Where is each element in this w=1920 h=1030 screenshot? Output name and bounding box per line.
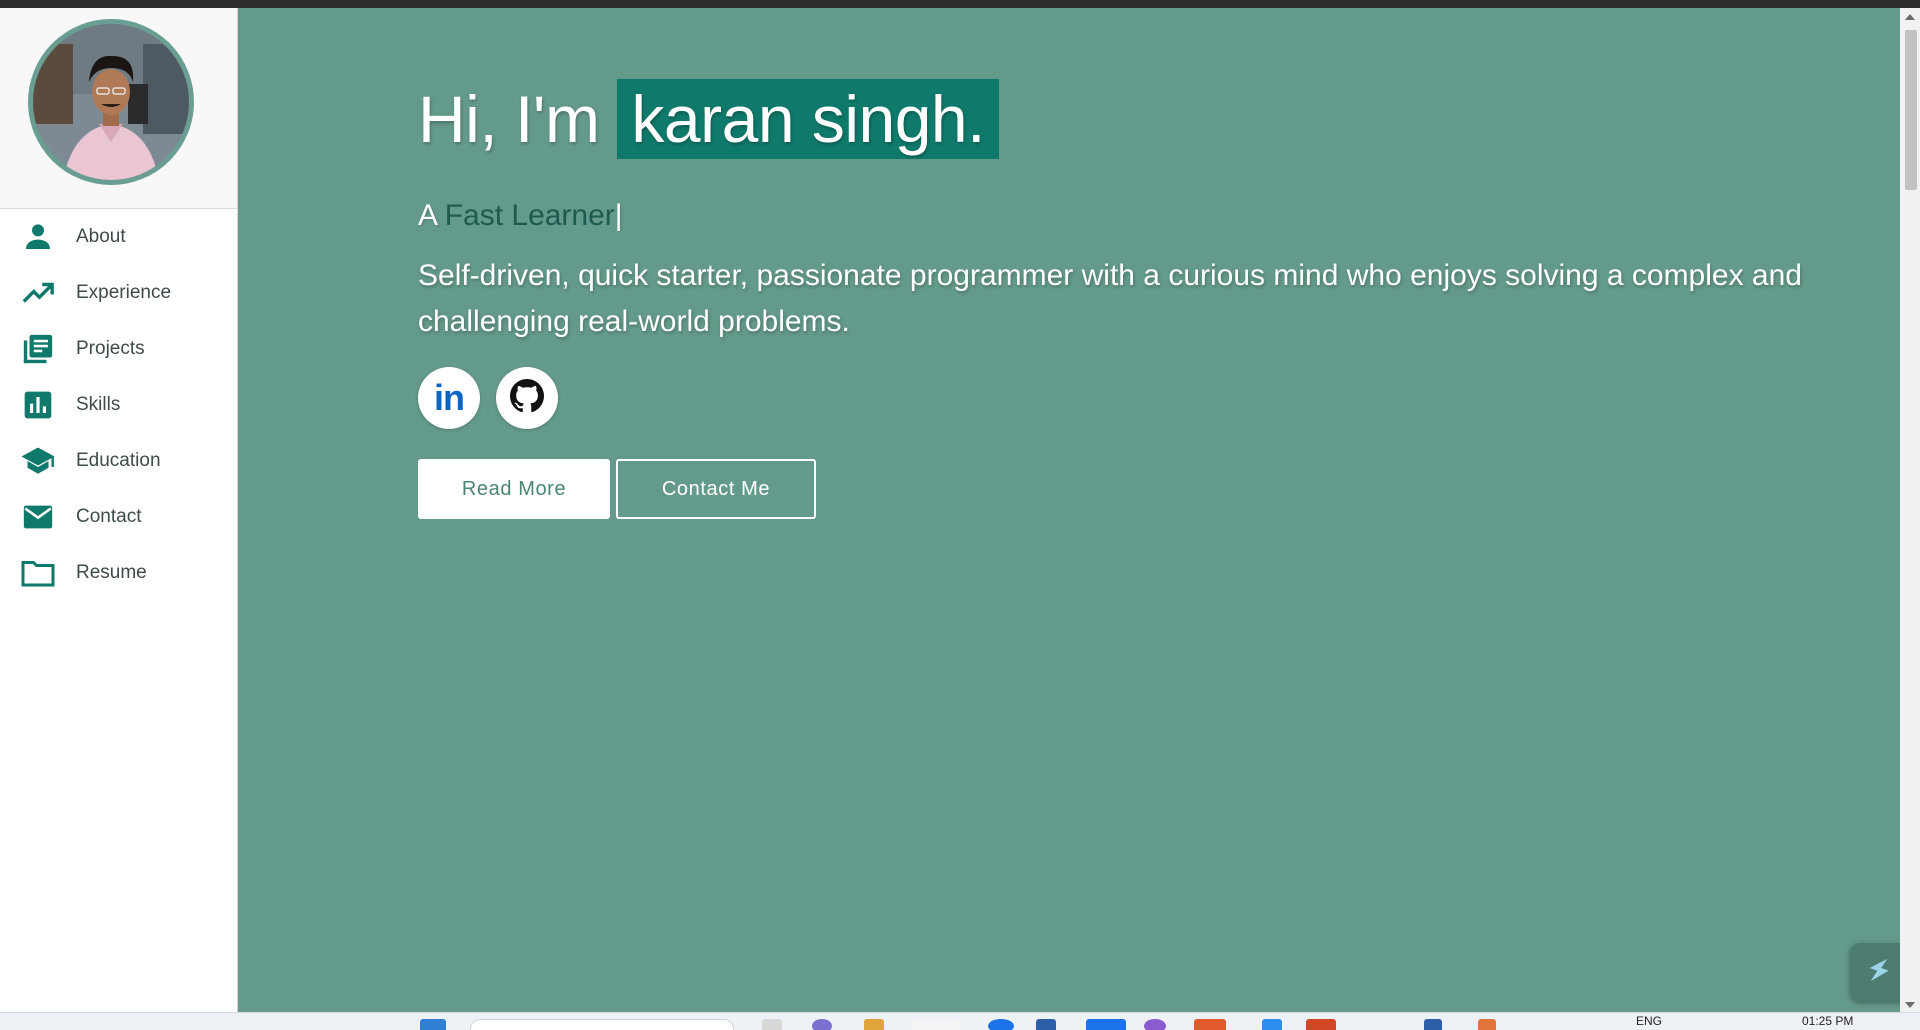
sidebar-item-experience[interactable]: Experience xyxy=(0,265,237,321)
language-indicator[interactable]: ENG xyxy=(1636,1014,1662,1028)
hero-section: Hi, I'm karan singh. A Fast Learner| Sel… xyxy=(238,8,1908,1012)
avatar-section xyxy=(0,8,237,209)
library-books-icon xyxy=(20,331,56,367)
sidebar-item-resume[interactable]: Resume xyxy=(0,545,237,601)
typed-role: Fast Learner xyxy=(444,199,615,232)
app-icon[interactable] xyxy=(1424,1019,1442,1030)
hero-content: Hi, I'm karan singh. A Fast Learner| Sel… xyxy=(418,79,1818,519)
vertical-scrollbar[interactable] xyxy=(1900,8,1920,1012)
hero-buttons: Read More Contact Me xyxy=(418,459,1818,519)
scrollbar-thumb[interactable] xyxy=(1905,30,1917,190)
app-icon[interactable] xyxy=(812,1019,832,1030)
sidebar-item-label: Education xyxy=(76,450,161,471)
github-link[interactable] xyxy=(496,367,558,429)
trending-up-icon xyxy=(20,275,56,311)
bar-chart-icon xyxy=(20,387,56,423)
page-title: Hi, I'm karan singh. xyxy=(418,79,1818,159)
sidebar-item-label: About xyxy=(76,226,126,247)
sidebar-item-label: Experience xyxy=(76,282,172,303)
sidebar-nav: About Experience Projects Skills Educati… xyxy=(0,209,237,601)
hero-description: Self-driven, quick starter, passionate p… xyxy=(418,259,1802,338)
app-icon[interactable] xyxy=(864,1019,884,1030)
windows-start-icon[interactable] xyxy=(420,1019,446,1030)
read-more-button[interactable]: Read More xyxy=(418,459,610,519)
sidebar: About Experience Projects Skills Educati… xyxy=(0,8,238,1012)
sidebar-item-projects[interactable]: Projects xyxy=(0,321,237,377)
scroll-down-icon[interactable] xyxy=(1905,1002,1915,1008)
mail-icon xyxy=(20,499,56,535)
taskbar-search-input[interactable] xyxy=(470,1019,734,1030)
app-icon[interactable] xyxy=(912,1019,960,1030)
sidebar-item-education[interactable]: Education xyxy=(0,433,237,489)
greeting-text: Hi, I'm xyxy=(418,82,600,156)
lightning-icon xyxy=(1863,954,1895,991)
app-icon[interactable] xyxy=(1144,1019,1166,1030)
sidebar-item-label: Contact xyxy=(76,506,142,527)
avatar-photo xyxy=(33,24,189,180)
browser-top-bar xyxy=(0,0,1920,8)
github-icon xyxy=(510,378,544,418)
app-icon[interactable] xyxy=(1262,1019,1282,1030)
subtitle-prefix: A xyxy=(418,199,437,232)
typed-subtitle: A Fast Learner| xyxy=(418,199,1818,233)
clock[interactable]: 01:25 PM xyxy=(1802,1014,1853,1028)
name-highlight: karan singh. xyxy=(617,79,999,159)
person-icon xyxy=(20,219,56,255)
linkedin-link[interactable]: in xyxy=(418,367,480,429)
os-taskbar: ENG 01:25 PM xyxy=(0,1012,1920,1030)
app-icon[interactable] xyxy=(988,1019,1014,1030)
app-icon[interactable] xyxy=(1306,1019,1336,1030)
sidebar-item-skills[interactable]: Skills xyxy=(0,377,237,433)
sidebar-item-contact[interactable]: Contact xyxy=(0,489,237,545)
school-icon xyxy=(20,443,56,479)
sidebar-item-label: Skills xyxy=(76,394,121,415)
app-icon[interactable] xyxy=(1194,1019,1226,1030)
avatar xyxy=(28,19,194,185)
sidebar-item-label: Resume xyxy=(76,562,147,583)
social-links: in xyxy=(418,367,1818,429)
scroll-up-icon[interactable] xyxy=(1905,14,1915,20)
typing-cursor: | xyxy=(614,199,623,232)
app-icon[interactable] xyxy=(1478,1019,1496,1030)
app-icon[interactable] xyxy=(762,1019,782,1030)
folder-icon xyxy=(20,555,56,591)
contact-me-button[interactable]: Contact Me xyxy=(616,459,816,519)
app-icon[interactable] xyxy=(1036,1019,1056,1030)
sidebar-item-about[interactable]: About xyxy=(0,209,237,265)
app-icon[interactable] xyxy=(1086,1019,1126,1030)
sidebar-item-label: Projects xyxy=(76,338,145,359)
linkedin-icon: in xyxy=(434,377,465,418)
